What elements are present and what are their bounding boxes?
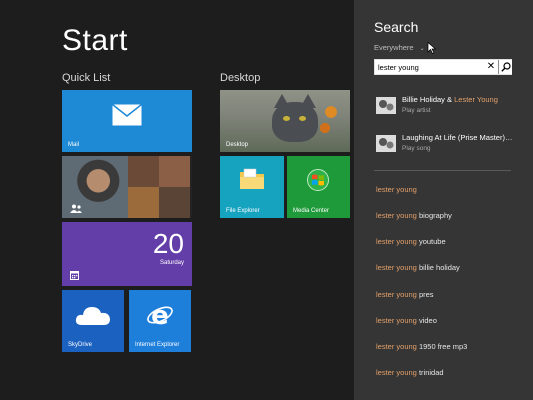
group-label-desktop: Desktop xyxy=(220,72,261,84)
search-suggestion[interactable]: lester young trinidad xyxy=(376,368,444,377)
start-screen: Start Quick List Desktop Mail 20 Saturda… xyxy=(0,0,354,400)
tile-label: Mail xyxy=(68,142,80,148)
tile-people[interactable] xyxy=(62,156,192,218)
tile-label: Media Center xyxy=(293,208,330,214)
desktop-wallpaper-cat xyxy=(272,102,318,142)
cat-eye xyxy=(299,116,306,121)
tile-label: SkyDrive xyxy=(68,342,93,348)
tile-file-explorer[interactable]: File Explorer xyxy=(220,156,284,218)
tile-desktop[interactable]: Desktop xyxy=(220,90,350,152)
search-button[interactable] xyxy=(498,60,512,74)
contact-photo xyxy=(159,156,190,187)
tile-internet-explorer[interactable]: e Internet Explorer xyxy=(129,290,191,352)
tile-label: Internet Explorer xyxy=(135,342,180,348)
tile-label: File Explorer xyxy=(226,208,260,214)
people-icon xyxy=(70,204,82,213)
search-suggestion[interactable]: lester young pres xyxy=(376,290,434,299)
search-icon xyxy=(501,62,511,72)
internet-explorer-icon: e xyxy=(147,301,173,329)
search-title: Search xyxy=(374,19,419,35)
album-art-icon xyxy=(376,135,396,152)
cat-eye xyxy=(283,116,290,121)
search-pane: Search Everywhere ⌄ ✕ Billie Holiday & Le… xyxy=(354,0,533,400)
mail-icon xyxy=(112,104,142,126)
calendar-day: Saturday xyxy=(159,260,184,266)
skydrive-cloud-icon xyxy=(75,307,110,325)
group-label-quick-list: Quick List xyxy=(62,72,111,84)
search-result-item[interactable]: Laughing At Life (Prise Master)… Play so… xyxy=(374,130,524,156)
search-result-title: Billie Holiday & Lester Young xyxy=(402,95,498,104)
search-result-subtitle: Play song xyxy=(402,145,431,152)
tile-skydrive[interactable]: SkyDrive xyxy=(62,290,124,352)
tile-calendar[interactable]: 20 Saturday xyxy=(62,222,192,286)
calendar-icon xyxy=(70,271,79,280)
search-result-title: Laughing At Life (Prise Master)… xyxy=(402,133,513,142)
search-suggestion[interactable]: lester young youtube xyxy=(376,237,446,246)
search-input[interactable] xyxy=(378,61,478,73)
search-scope-dropdown[interactable]: Everywhere ⌄ xyxy=(374,43,425,52)
tile-label: Desktop xyxy=(226,142,249,148)
search-suggestion[interactable]: lester young xyxy=(376,185,417,194)
search-suggestion[interactable]: lester young billie holiday xyxy=(376,263,460,272)
folder-icon xyxy=(240,168,264,189)
chevron-down-icon: ⌄ xyxy=(419,46,425,52)
svg-text:e: e xyxy=(151,301,169,329)
start-title: Start xyxy=(62,24,128,57)
search-scope-label: Everywhere xyxy=(374,43,414,52)
contact-photo xyxy=(128,156,159,187)
contact-photo xyxy=(128,187,159,218)
contact-photo xyxy=(159,187,190,218)
divider xyxy=(374,170,511,171)
search-result-item[interactable]: Billie Holiday & Lester Young Play artis… xyxy=(374,92,524,118)
clear-search-icon[interactable]: ✕ xyxy=(485,61,497,73)
calendar-date: 20 xyxy=(152,228,184,259)
search-suggestion[interactable]: lester young 1950 free mp3 xyxy=(376,342,467,351)
tile-mail[interactable]: Mail xyxy=(62,90,192,152)
search-box: ✕ xyxy=(374,59,512,75)
mouse-pointer-icon xyxy=(427,42,437,54)
desktop-wallpaper-flowers xyxy=(316,100,346,140)
search-suggestion[interactable]: lester young biography xyxy=(376,211,452,220)
search-result-subtitle: Play artist xyxy=(402,107,431,114)
windows-media-center-icon xyxy=(307,169,329,191)
album-art-icon xyxy=(376,97,396,114)
search-suggestion[interactable]: lester young video xyxy=(376,316,437,325)
tile-media-center[interactable]: Media Center xyxy=(287,156,350,218)
